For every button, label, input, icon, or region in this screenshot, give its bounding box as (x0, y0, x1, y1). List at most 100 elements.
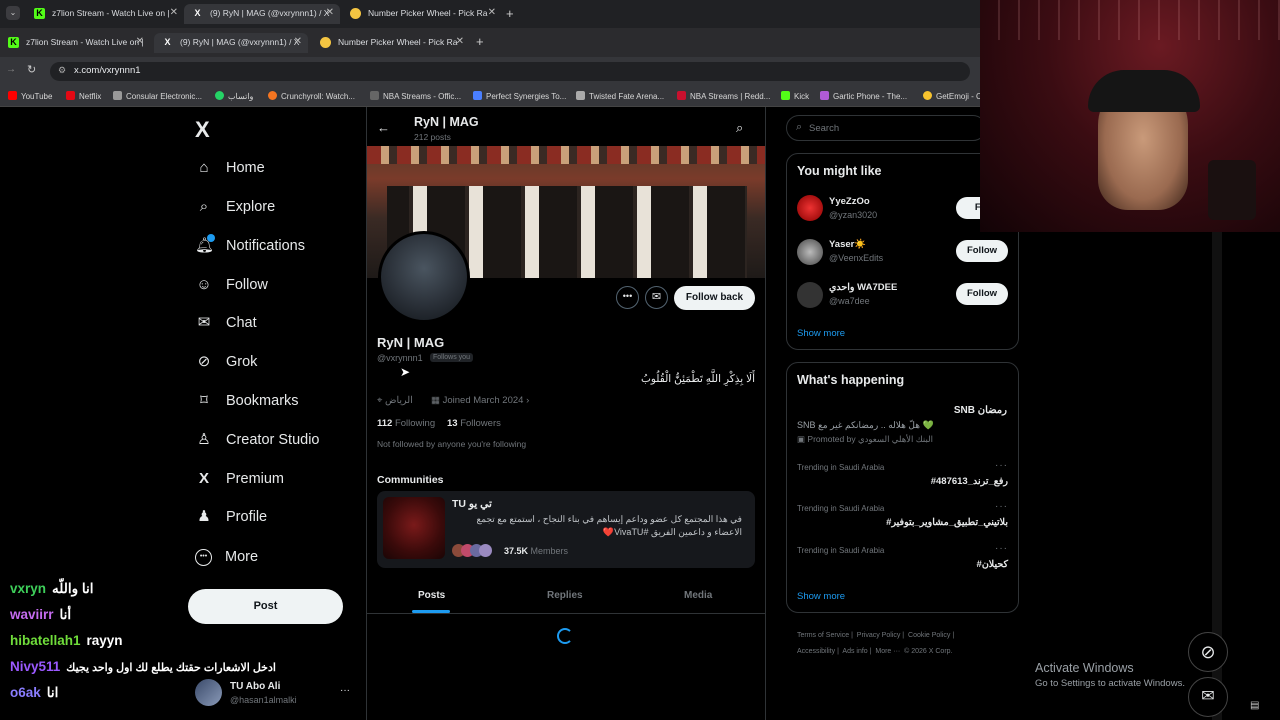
crunchyroll-icon (268, 91, 277, 100)
search-icon[interactable]: ⌕ (736, 120, 743, 136)
more-icon[interactable]: ··· (995, 460, 1008, 471)
trend-title[interactable]: #بلاتيني_تطبيق_مشاوير_بتوفير (886, 517, 1008, 528)
bookmark-youtube[interactable]: YouTube (8, 91, 52, 101)
x-logo-icon[interactable]: X (195, 117, 210, 143)
suggestion-name[interactable]: واحدي WA7DEE (829, 282, 897, 293)
new-tab-icon[interactable]: + (506, 6, 514, 21)
trend-title[interactable]: #رفع_ترند_487613 (931, 476, 1008, 487)
tab-number-wheel[interactable]: Number Picker Wheel - Pick Ra ✕ (312, 33, 470, 53)
follow-back-button[interactable]: Follow back (674, 286, 755, 310)
account-switcher[interactable]: TU Abo Ali @hasan1almalki ··· (195, 679, 350, 709)
follow-button[interactable]: Follow (956, 240, 1008, 262)
footer-link[interactable]: More ··· (875, 648, 900, 655)
tab-number-wheel[interactable]: Number Picker Wheel - Pick Ra ✕ (342, 4, 502, 24)
more-icon[interactable]: ··· (340, 685, 350, 696)
url-bar[interactable]: ⚙ x.com/vxrynnn1 (50, 62, 970, 81)
suggestion-name[interactable]: YyeZzOo (829, 196, 870, 207)
search-input[interactable]: ⌕ Search (786, 115, 986, 141)
promo-subtitle: SNB هلّ هلاله .. رمضانكم غير مع 💚 (797, 420, 934, 430)
bookmark-perfect-synergies[interactable]: Perfect Synergies To... (473, 91, 566, 101)
nav-follow[interactable]: ☺ Follow (195, 272, 268, 298)
avatar[interactable] (797, 195, 823, 221)
nav-bookmarks[interactable]: ⌑ Bookmarks (195, 388, 298, 414)
notification-center-icon[interactable]: ▤ (1250, 700, 1259, 711)
following-link[interactable]: 112 Following (377, 418, 435, 429)
nav-label: Creator Studio (226, 432, 320, 448)
bookmark-netflix[interactable]: Netflix (66, 91, 101, 101)
bookmark-nba-streams[interactable]: NBA Streams - Offic... (370, 91, 461, 101)
tab-search-icon[interactable]: ⌄ (6, 6, 20, 20)
followers-link[interactable]: 13 Followers (447, 418, 501, 429)
nav-home[interactable]: ⌂ Home (195, 155, 264, 181)
bookmark-twisted-fate[interactable]: Twisted Fate Arena... (576, 91, 664, 101)
youtube-icon (8, 91, 17, 100)
more-options-icon[interactable]: ••• (616, 286, 639, 309)
bookmark-consular[interactable]: Consular Electronic... (113, 91, 202, 101)
nav-profile[interactable]: ♟ Profile (195, 504, 267, 530)
profile-handle: @vxrynnn1 (377, 353, 423, 363)
nav-premium[interactable]: X Premium (195, 466, 284, 492)
bookmark-nba-reddit[interactable]: NBA Streams | Redd... (677, 91, 770, 101)
nav-label: Premium (226, 471, 285, 487)
bookmark-gartic[interactable]: Gartic Phone - The... (820, 91, 907, 101)
close-icon[interactable]: ✕ (170, 7, 178, 18)
messages-float-icon[interactable]: ✉ (1188, 677, 1228, 717)
nav-chat[interactable]: ✉ Chat (195, 310, 257, 336)
show-more-link[interactable]: Show more (797, 591, 845, 602)
avatar[interactable] (797, 239, 823, 265)
back-arrow-icon[interactable]: ← (377, 120, 390, 135)
tab-posts[interactable]: Posts (418, 590, 445, 601)
location-text: الرياض (385, 395, 413, 406)
bookmark-crunchyroll[interactable]: Crunchyroll: Watch... (268, 91, 355, 101)
promo-title[interactable]: رمضان SNB (797, 405, 1007, 416)
nav-grok[interactable]: ⊘ Grok (195, 349, 258, 375)
close-icon[interactable]: ✕ (488, 7, 496, 18)
suggestion-name[interactable]: Yaser☀️ (829, 239, 866, 250)
tab-media[interactable]: Media (684, 590, 712, 601)
footer-link[interactable]: Cookie Policy (908, 632, 950, 639)
footer-link[interactable]: Accessibility (797, 648, 835, 655)
tab-z7lion[interactable]: K z7lion Stream - Watch Live on | ✕ (26, 4, 184, 24)
footer-link[interactable]: Ads info (842, 648, 867, 655)
close-icon[interactable]: ✕ (136, 36, 144, 47)
profile-bio: أَلَا بِذِكْرِ اللَّهِ تَطْمَئِنُّ الْقُ… (640, 373, 755, 385)
site-info-icon[interactable]: ⚙ (58, 65, 66, 76)
nav-more[interactable]: ••• More (195, 544, 258, 570)
trend-title[interactable]: #كحيلان (977, 559, 1008, 570)
show-more-link[interactable]: Show more (797, 328, 845, 339)
post-button[interactable]: Post (188, 589, 343, 624)
close-icon[interactable]: ✕ (294, 36, 302, 47)
forward-icon[interactable]: → (6, 64, 16, 75)
close-icon[interactable]: ✕ (456, 36, 464, 47)
reload-icon[interactable]: ↻ (27, 63, 36, 76)
avatar[interactable] (797, 282, 823, 308)
more-icon[interactable]: ··· (995, 543, 1008, 554)
tab-replies[interactable]: Replies (547, 590, 583, 601)
community-card[interactable]: TU تي يو في هذا المجتمع كل عضو وداعم إيس… (377, 491, 755, 568)
tab-x-profile[interactable]: X (9) RyN | MAG (@vxrynnn1) / X ✕ (184, 4, 340, 24)
footer-link[interactable]: Privacy Policy (857, 632, 901, 639)
not-followed-note: Not followed by anyone you're following (377, 439, 527, 449)
profile-avatar[interactable] (378, 231, 470, 323)
bookmark-whatsapp[interactable]: واتساب (215, 91, 253, 101)
message-icon[interactable]: ✉ (645, 286, 668, 309)
follow-button[interactable]: Follow (956, 283, 1008, 305)
tabs-divider (367, 613, 765, 614)
grok-float-icon[interactable]: ⊘ (1188, 632, 1228, 672)
tab-z7lion[interactable]: K z7lion Stream - Watch Live on | ✕ (0, 33, 150, 53)
more-icon[interactable]: ··· (995, 501, 1008, 512)
bookmark-getemoji[interactable]: GetEmoji - C (923, 91, 982, 101)
footer-link[interactable]: Terms of Service (797, 632, 849, 639)
nav-creator-studio[interactable]: ♙ Creator Studio (195, 427, 320, 453)
chat-user: hibatellah1 (10, 633, 81, 648)
chevron-right-icon: › (523, 395, 530, 406)
close-icon[interactable]: ✕ (326, 7, 334, 18)
chat-user: waviirr (10, 607, 54, 622)
nav-explore[interactable]: ⌕ Explore (195, 194, 275, 220)
emoji-icon (923, 91, 932, 100)
tab-x-profile[interactable]: X (9) RyN | MAG (@vxrynnn1) / X ✕ (154, 33, 308, 53)
profile-joined[interactable]: ▦ Joined March 2024 › (431, 395, 529, 406)
bookmark-kick[interactable]: Kick (781, 91, 809, 101)
nav-notifications[interactable]: 🔔︎ Notifications (195, 233, 305, 259)
new-tab-icon[interactable]: + (476, 34, 484, 49)
